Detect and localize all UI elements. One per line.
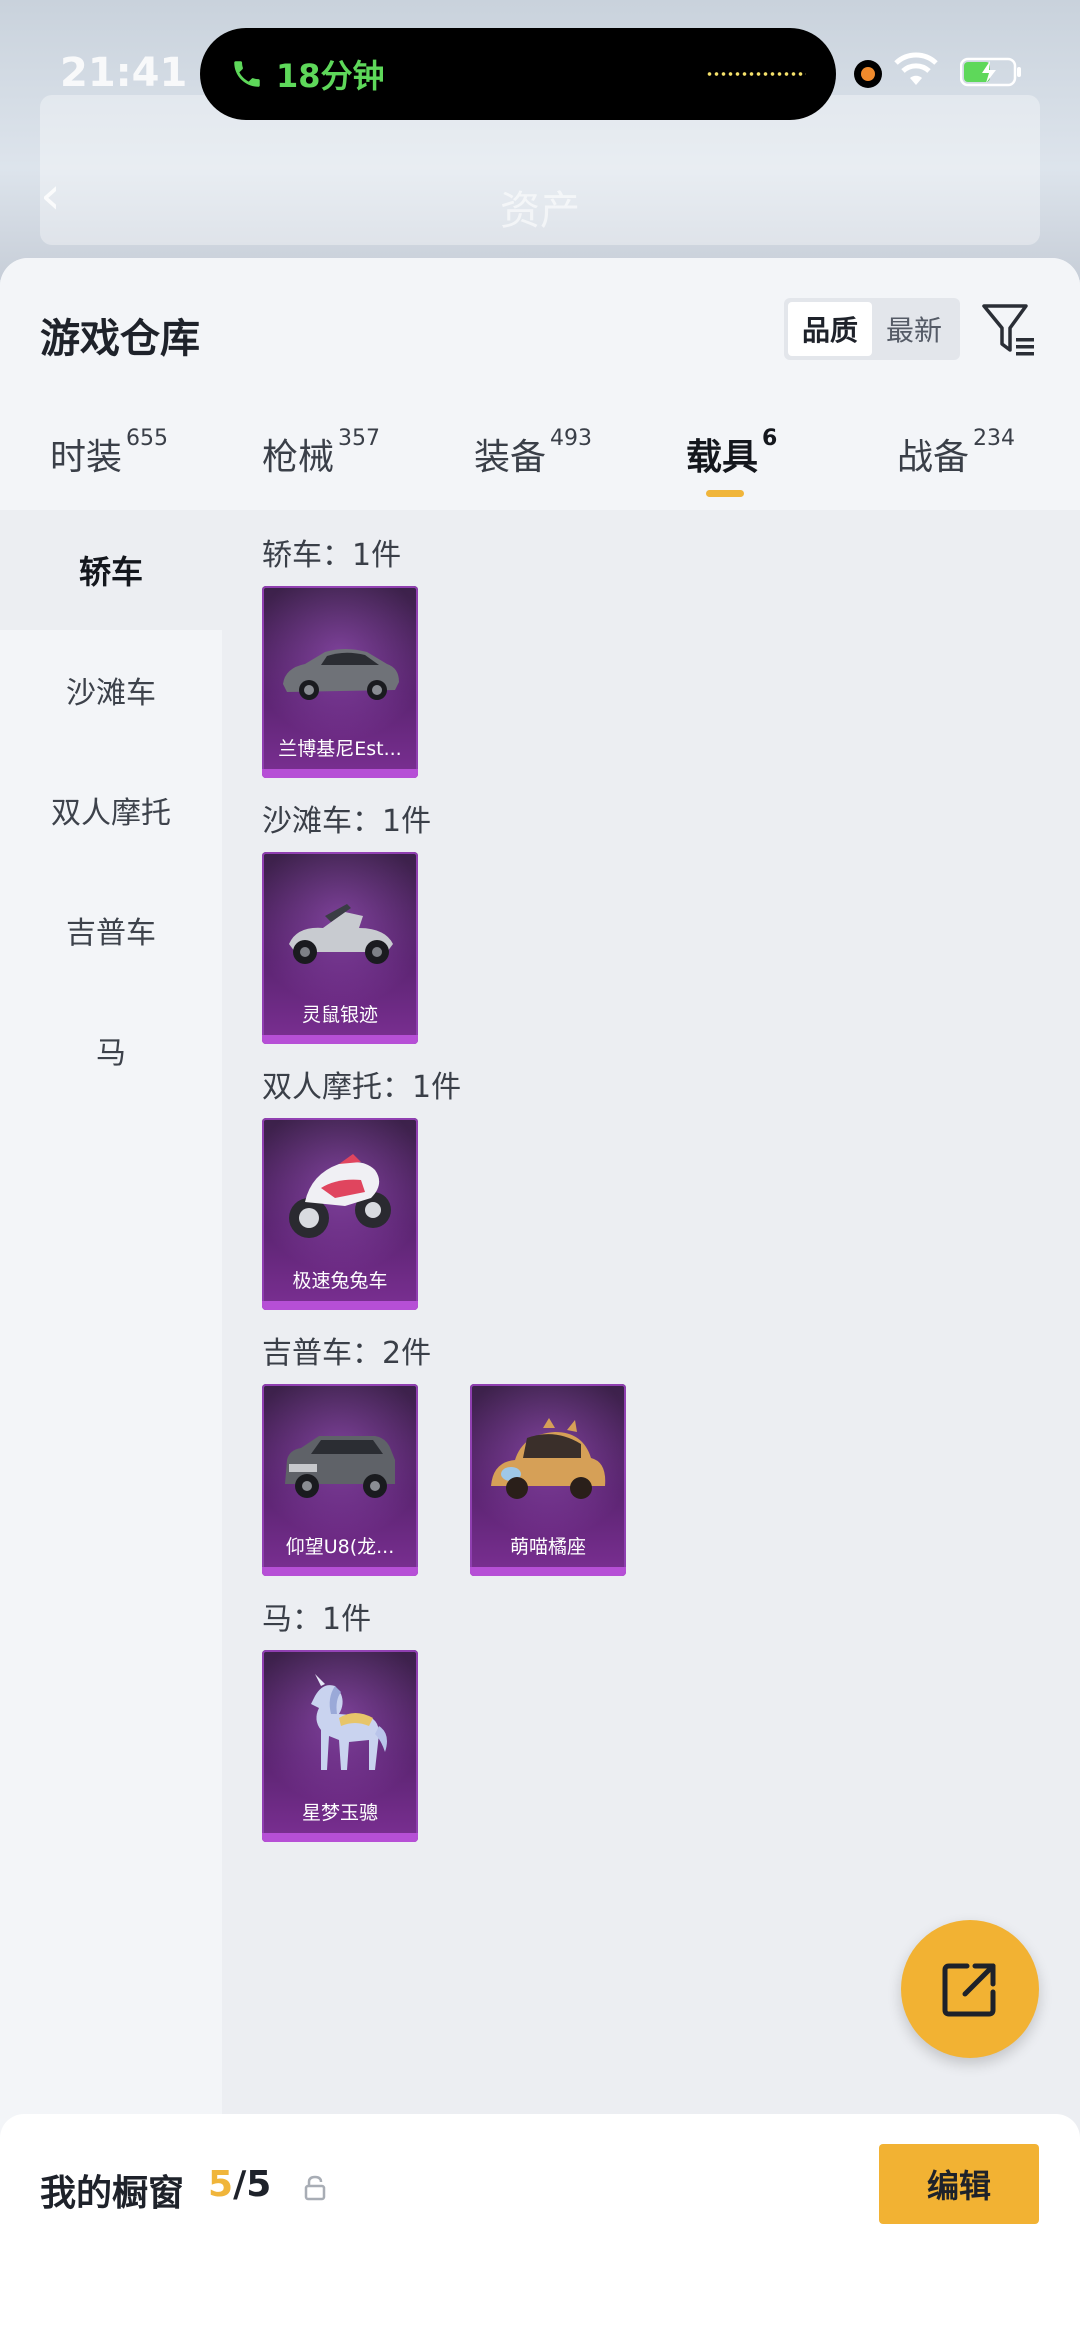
group-label-jeep: 吉普车：2件 — [262, 1336, 432, 1371]
tab-active-indicator — [706, 490, 744, 497]
item-name: 仰望U8(龙... — [285, 1536, 395, 1558]
item-name: 萌喵橘座 — [509, 1536, 586, 1558]
vehicle-type-sidebar: 轿车 沙滩车 双人摩托 吉普车 马 — [0, 510, 222, 2341]
lock-icon — [304, 2175, 326, 2201]
status-time: 21:41 — [60, 50, 188, 96]
group-label-horse: 马：1件 — [262, 1602, 372, 1637]
tab-weapons[interactable]: 枪械 357 — [262, 426, 381, 510]
item-card[interactable]: 极速兔兔车 — [262, 1118, 418, 1310]
tab-combat-gear[interactable]: 战备 234 — [897, 426, 1016, 510]
item-card[interactable]: 兰博基尼Est... — [262, 586, 418, 778]
item-card[interactable]: 萌喵橘座 — [470, 1384, 626, 1576]
group-label-motorcycle: 双人摩托：1件 — [262, 1070, 462, 1105]
tab-label: 载具 — [686, 437, 759, 478]
item-card[interactable]: 仰望U8(龙... — [262, 1384, 418, 1576]
audio-wave-icon — [706, 72, 806, 76]
rarity-bar — [262, 769, 418, 778]
showcase-count: 5/5 — [208, 2164, 271, 2205]
rarity-bar — [262, 1301, 418, 1310]
sheet-header: 游戏仓库 品质 最新 时装 655 枪械 357 装备 493 载具 6 战备 … — [0, 258, 1080, 510]
sidebar-item-jeep[interactable]: 吉普车 — [0, 870, 222, 990]
showcase-label: 我的橱窗 — [40, 2173, 185, 2214]
share-button[interactable] — [901, 1920, 1039, 2058]
edit-button[interactable]: 编辑 — [879, 2144, 1039, 2224]
tab-vehicles[interactable]: 载具 6 — [686, 426, 778, 510]
page-title: 游戏仓库 — [40, 316, 200, 362]
showcase-current: 5 — [208, 2164, 234, 2205]
tab-label: 装备 — [474, 437, 547, 478]
rarity-bar — [262, 1833, 418, 1842]
sidebar-item-buggy[interactable]: 沙滩车 — [0, 630, 222, 750]
category-tabs: 时装 655 枪械 357 装备 493 载具 6 战备 234 — [0, 426, 1080, 510]
group-label-buggy: 沙滩车：1件 — [262, 804, 432, 839]
cat-car-icon — [491, 1418, 606, 1499]
tab-count: 493 — [550, 426, 593, 451]
sidebar-item-horse[interactable]: 马 — [0, 990, 222, 1110]
tab-fashion[interactable]: 时装 655 — [50, 426, 169, 510]
tab-count: 234 — [973, 426, 1016, 451]
item-name: 灵鼠银迹 — [301, 1004, 378, 1026]
tab-label: 时装 — [50, 437, 123, 478]
recording-dot-icon — [854, 60, 882, 88]
sidebar-item-sedan[interactable]: 轿车 — [0, 510, 222, 630]
tab-count: 655 — [126, 426, 169, 451]
game-warehouse-sheet: 游戏仓库 品质 最新 时装 655 枪械 357 装备 493 载具 6 战备 … — [0, 258, 1080, 2341]
call-indicator[interactable]: 18分钟 — [200, 28, 836, 120]
item-card[interactable]: 星梦玉骢 — [262, 1650, 418, 1842]
group-label-sedan: 轿车：1件 — [262, 538, 402, 573]
tab-label: 战备 — [897, 437, 970, 478]
rarity-bar — [262, 1567, 418, 1576]
rarity-bar — [262, 1035, 418, 1044]
sort-toggle: 品质 最新 — [784, 298, 960, 360]
sort-option-quality[interactable]: 品质 — [788, 302, 872, 356]
call-duration: 18分钟 — [276, 57, 385, 95]
showcase-panel: 我的橱窗 5/5 编辑 — [0, 2114, 1080, 2341]
tab-count: 357 — [338, 426, 381, 451]
filter-icon[interactable] — [980, 300, 1036, 360]
wifi-icon — [894, 52, 938, 85]
background-title: 资产 — [500, 188, 580, 234]
horse-icon — [311, 1674, 387, 1770]
sports-car-icon — [283, 649, 399, 700]
tab-equipment[interactable]: 装备 493 — [474, 426, 593, 510]
battery-charging-icon — [960, 57, 1021, 87]
suv-icon — [285, 1436, 395, 1498]
share-external-icon — [942, 1963, 996, 2017]
back-arrow-icon[interactable]: ‹ — [40, 170, 80, 222]
item-card[interactable]: 灵鼠银迹 — [262, 852, 418, 1044]
sidebar-item-motorcycle[interactable]: 双人摩托 — [0, 750, 222, 870]
rarity-bar — [470, 1567, 626, 1576]
phone-icon — [234, 61, 260, 87]
tab-count: 6 — [762, 426, 778, 451]
vehicle-list: 轿车：1件 兰博基尼Est... 沙滩车：1件 灵鼠银迹 双人摩托：1件 极速兔… — [222, 510, 1080, 2341]
item-name: 星梦玉骢 — [301, 1802, 378, 1824]
showcase-total: /5 — [233, 2164, 272, 2205]
sort-option-newest[interactable]: 最新 — [872, 302, 956, 356]
tab-label: 枪械 — [262, 437, 335, 478]
motorcycle-icon — [289, 1154, 391, 1238]
buggy-icon — [289, 904, 393, 964]
item-name: 极速兔兔车 — [292, 1270, 388, 1292]
item-name: 兰博基尼Est... — [278, 738, 402, 760]
